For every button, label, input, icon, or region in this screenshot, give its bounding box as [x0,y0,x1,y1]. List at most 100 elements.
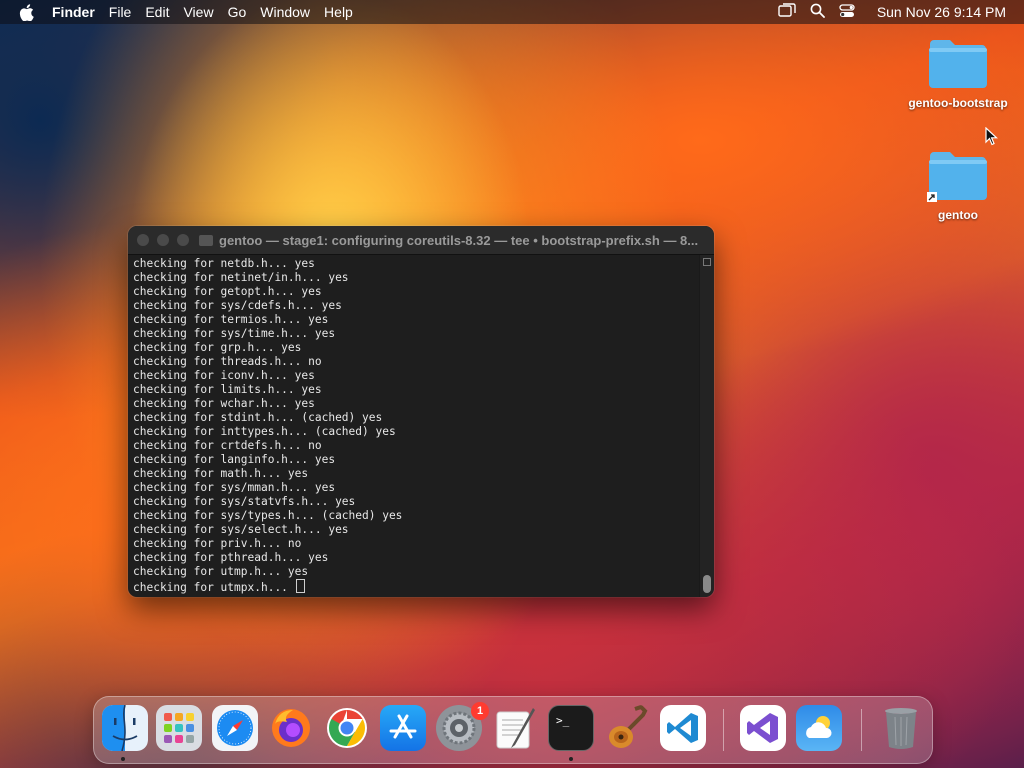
svg-text:>_: >_ [556,714,570,727]
terminal-line: checking for utmpx.h... [133,579,695,594]
dock-vscode[interactable] [660,705,706,751]
control-center-icon[interactable] [839,3,855,21]
terminal-line: checking for langinfo.h... yes [133,453,695,467]
terminal-line-text: checking for netinet/in.h... yes [133,271,349,284]
desktop-item-gentoo-bootstrap[interactable]: gentoo-bootstrap [898,38,1018,110]
terminal-line: checking for sys/statvfs.h... yes [133,495,695,509]
terminal-line: checking for inttypes.h... (cached) yes [133,425,695,439]
desktop-item-gentoo[interactable]: gentoo [898,150,1018,222]
weather-icon [806,716,832,738]
terminal-line-text: checking for sys/mman.h... yes [133,481,336,494]
terminal-line: checking for netdb.h... yes [133,257,695,271]
launchpad-icon [164,713,194,743]
terminal-line-text: checking for math.h... yes [133,467,309,480]
terminal-line: checking for priv.h... no [133,537,695,551]
running-indicator [569,757,573,761]
dock-chrome[interactable] [324,705,370,751]
chrome-icon [327,708,367,748]
visual-studio-icon [747,713,778,743]
dock-separator [861,709,862,751]
guitar-icon [609,705,648,748]
text-cursor [295,579,305,593]
notification-badge: 1 [471,702,489,720]
mouse-pointer-icon [985,126,999,151]
terminal-line: checking for limits.h... yes [133,383,695,397]
terminal-line: checking for termios.h... yes [133,313,695,327]
dock-safari[interactable] [212,705,258,751]
dock-launchpad[interactable] [156,705,202,751]
dock-terminal[interactable]: >_ [548,705,594,751]
menu-bar: Finder File Edit View Go Window Help Sun… [0,0,1024,24]
terminal-line-text: checking for inttypes.h... (cached) yes [133,425,396,438]
safari-icon [217,710,253,746]
firefox-icon [272,709,310,747]
terminal-icon: >_ [556,714,570,727]
terminal-line: checking for sys/mman.h... yes [133,481,695,495]
terminal-line: checking for iconv.h... yes [133,369,695,383]
menu-window[interactable]: Window [260,4,310,20]
menu-clock[interactable]: Sun Nov 26 9:14 PM [877,4,1006,20]
terminal-line: checking for sys/types.h... (cached) yes [133,509,695,523]
desktop-item-label: gentoo-bootstrap [908,96,1008,110]
terminal-line-text: checking for utmp.h... yes [133,565,309,578]
spotlight-search-icon[interactable] [810,3,825,21]
terminal-line-text: checking for limits.h... yes [133,383,322,396]
terminal-line: checking for stdint.h... (cached) yes [133,411,695,425]
terminal-line-text: checking for priv.h... no [133,537,302,550]
scroll-marker-icon[interactable] [703,258,711,266]
terminal-scrollbar[interactable] [699,255,714,597]
trash-icon [885,708,917,749]
terminal-line-text: checking for wchar.h... yes [133,397,315,410]
close-window-button[interactable] [137,234,149,246]
dock-textedit[interactable] [492,705,538,751]
menu-help[interactable]: Help [324,4,353,20]
minimize-window-button[interactable] [157,234,169,246]
terminal-line: checking for sys/select.h... yes [133,523,695,537]
terminal-line-text: checking for pthread.h... yes [133,551,329,564]
dock-app-store[interactable] [380,705,426,751]
zoom-window-button[interactable] [177,234,189,246]
app-store-icon [389,714,417,739]
terminal-titlebar[interactable]: gentoo — stage1: configuring coreutils-8… [128,226,714,255]
textedit-icon [496,708,535,749]
menu-file[interactable]: File [109,4,132,20]
terminal-line-text: checking for termios.h... yes [133,313,329,326]
dock-garageband[interactable] [604,705,650,751]
terminal-line: checking for pthread.h... yes [133,551,695,565]
terminal-line-text: checking for langinfo.h... yes [133,453,336,466]
terminal-line-text: checking for sys/cdefs.h... yes [133,299,342,312]
terminal-line: checking for sys/time.h... yes [133,327,695,341]
terminal-line-text: checking for stdint.h... (cached) yes [133,411,383,424]
terminal-line-text: checking for netdb.h... yes [133,257,315,270]
dock-trash[interactable] [878,705,924,751]
dock: 1 >_ [93,696,933,764]
terminal-window[interactable]: gentoo — stage1: configuring coreutils-8… [128,226,714,597]
terminal-line: checking for getopt.h... yes [133,285,695,299]
window-title: gentoo — stage1: configuring coreutils-8… [219,232,699,248]
dock-finder[interactable] [102,705,148,751]
dock-visual-studio[interactable] [740,705,786,751]
dock-weather[interactable] [796,705,842,751]
running-indicator [121,757,125,761]
menu-go[interactable]: Go [228,4,247,20]
menu-view[interactable]: View [183,4,213,20]
dock-firefox[interactable] [268,705,314,751]
scrollbar-thumb[interactable] [703,575,711,593]
terminal-line-text: checking for crtdefs.h... no [133,439,322,452]
terminal-line: checking for wchar.h... yes [133,397,695,411]
dock-separator [723,709,724,751]
terminal-line-text: checking for sys/select.h... yes [133,523,349,536]
terminal-output[interactable]: checking for netdb.h... yes checking for … [128,255,700,597]
finder-icon [102,705,148,751]
menu-edit[interactable]: Edit [145,4,169,20]
screen-mirroring-icon[interactable] [778,3,796,21]
folder-icon [927,38,989,90]
terminal-line-text: checking for grp.h... yes [133,341,302,354]
apple-menu-icon[interactable] [12,3,40,21]
terminal-line: checking for netinet/in.h... yes [133,271,695,285]
terminal-line-text: checking for utmpx.h... [133,581,295,594]
terminal-line-text: checking for iconv.h... yes [133,369,315,382]
terminal-line-text: checking for threads.h... no [133,355,322,368]
terminal-line-text: checking for sys/time.h... yes [133,327,336,340]
menu-app-name[interactable]: Finder [52,4,95,20]
